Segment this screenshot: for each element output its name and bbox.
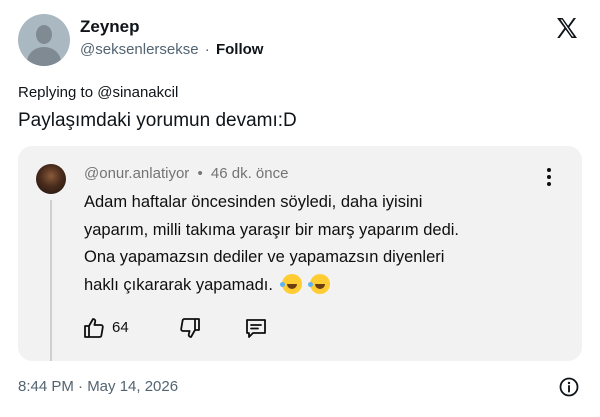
replying-to[interactable]: Replying to @sinanakcil bbox=[18, 84, 178, 101]
tweet-timestamp[interactable]: 8:44 PM · May 14, 2026 bbox=[18, 378, 178, 395]
thread-line bbox=[50, 200, 52, 361]
comment-text: Adam haftalar öncesinden söyledi, daha i… bbox=[84, 189, 554, 299]
author-name[interactable]: Zeynep bbox=[80, 17, 140, 37]
avatar-body bbox=[27, 47, 61, 66]
rolling-on-floor-laughing-icon bbox=[308, 273, 331, 294]
author-avatar[interactable] bbox=[18, 14, 70, 66]
comment-line: Ona yapamazsın dediler ve yapamazsın diy… bbox=[84, 248, 445, 266]
more-vertical-icon[interactable] bbox=[542, 168, 556, 190]
comment-meta: @onur.anlatiyor • 46 dk. önce bbox=[84, 165, 288, 182]
comment-line-last: haklı çıkararak yapamadı. bbox=[84, 272, 554, 300]
comment-icon bbox=[246, 319, 266, 338]
comment-age: 46 dk. önce bbox=[210, 165, 289, 182]
comment-line: haklı çıkararak yapamadı. bbox=[84, 275, 273, 294]
rolling-on-floor-laughing-icon bbox=[279, 273, 302, 294]
follow-button[interactable]: Follow bbox=[216, 41, 264, 58]
info-icon[interactable] bbox=[559, 377, 579, 397]
thumbs-down-icon bbox=[180, 318, 200, 338]
dislike-button[interactable] bbox=[178, 316, 202, 340]
like-button[interactable]: 64 bbox=[82, 316, 142, 340]
commenter-handle[interactable]: @onur.anlatiyor bbox=[84, 165, 189, 182]
thumbs-up-icon bbox=[84, 318, 104, 338]
commenter-avatar[interactable] bbox=[36, 164, 66, 194]
tweet-text: Paylaşımdaki yorumun devamı:D bbox=[18, 110, 297, 131]
avatar-head bbox=[36, 25, 52, 44]
author-handle[interactable]: @seksenlersekse bbox=[80, 41, 199, 58]
like-count: 64 bbox=[112, 319, 129, 336]
reply-button[interactable] bbox=[244, 316, 268, 340]
quoted-comment-card: @onur.anlatiyor • 46 dk. önce Adam hafta… bbox=[18, 146, 582, 361]
meta-dot: • bbox=[197, 165, 203, 182]
handle-separator: · bbox=[204, 41, 210, 58]
x-logo-icon[interactable] bbox=[555, 16, 579, 40]
comment-line: yaparım, milli takıma yaraşır bir marş y… bbox=[84, 220, 460, 239]
comment-line: Adam haftalar öncesinden söyledi, daha i… bbox=[84, 193, 423, 211]
author-handle-line: @seksenlersekse · Follow bbox=[80, 41, 263, 58]
